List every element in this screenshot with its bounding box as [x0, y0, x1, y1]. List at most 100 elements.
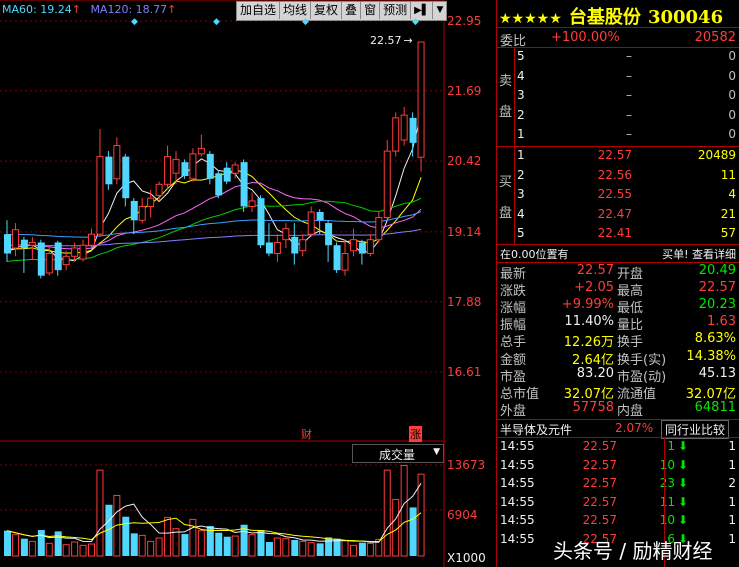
indicator-selector[interactable]: 成交量 ▼ [352, 444, 444, 463]
volume-bar [215, 532, 223, 556]
high-price-value: 22.57 [370, 34, 402, 47]
tick-price: 22.57 [582, 494, 617, 509]
sector-row: 半导体及元件 2.07% 同行业比较 [497, 420, 739, 439]
divider [497, 244, 739, 245]
bid-volume: 57 [720, 226, 736, 240]
ask-row[interactable]: 1 – 0 [515, 127, 739, 145]
tick-count: 1 [728, 494, 736, 509]
chevron-down-icon[interactable]: ▼ [433, 447, 440, 457]
ask-row[interactable]: 2 – 0 [515, 108, 739, 126]
volume-bar [333, 538, 341, 556]
volume-bar [28, 540, 36, 557]
weibi-value: +100.00% [551, 30, 620, 45]
ma60-label: MA60: 19.24 [2, 3, 72, 16]
price-axis-label: 20.42 [447, 154, 482, 168]
kline-chart[interactable] [0, 0, 496, 567]
price-axis-label: 21.69 [447, 84, 482, 98]
volume-axis-label: 13673 [447, 458, 486, 472]
volume-bar [197, 530, 205, 557]
bid-level: 5 [517, 226, 525, 240]
bid-row[interactable]: 1 22.57 20489 [515, 148, 739, 166]
volume-bar [37, 530, 45, 556]
candle-body [147, 197, 155, 207]
volume-bar [409, 507, 417, 556]
candle-body [181, 162, 189, 177]
forecast-button[interactable]: 预测 [379, 2, 411, 19]
info-marker-icon[interactable]: ◆ [412, 17, 419, 27]
ask-level: 2 [517, 107, 525, 122]
add-watchlist-button[interactable]: 加自选 [237, 2, 280, 19]
candle-body [215, 173, 223, 196]
bid-price: 22.41 [597, 226, 632, 240]
info-marker-icon[interactable]: ◆ [302, 17, 309, 27]
financial-report-badge[interactable]: 财 [301, 426, 312, 442]
tick-price: 22.57 [582, 439, 617, 453]
tick-price: 22.57 [582, 457, 617, 472]
tick-count: 1 [728, 513, 736, 527]
bid-level: 4 [517, 206, 525, 221]
candle-body [197, 147, 205, 155]
ma60-up-icon: ↑ [71, 3, 81, 16]
weibi-row: 委比 +100.00% 20582 [497, 29, 739, 49]
sector-pct: 2.07% [615, 421, 654, 435]
ask-row[interactable]: 4 – 0 [515, 69, 739, 87]
volume-bar [20, 538, 28, 556]
candle-body [122, 156, 130, 199]
watermark: 头条号 / 励精财经 [553, 539, 713, 563]
ma120-label: MA120: 18.77 [90, 3, 168, 16]
volume-bar [155, 537, 163, 557]
ask-row[interactable]: 3 – 0 [515, 88, 739, 106]
candle-body [349, 239, 357, 252]
view-detail-link[interactable]: 买单! 查看详细 [662, 246, 736, 262]
volume-bar [291, 540, 299, 556]
quote-value: +9.99% [561, 297, 614, 313]
tick-time: 14:55 [500, 457, 535, 472]
info-marker-icon[interactable]: ◆ [213, 17, 220, 27]
ask-volume: 0 [728, 107, 736, 122]
big-order-bar[interactable]: 在0.00位置有 买单! 查看详细 [497, 246, 739, 261]
adjust-button[interactable]: 复权 [310, 2, 342, 19]
quote-value: 20.23 [698, 297, 736, 313]
overlay-button[interactable]: 叠 [341, 2, 361, 19]
bid-row[interactable]: 3 22.55 4 [515, 187, 739, 205]
tick-row: 14:55 22.57 23 ⬇ 2 [497, 476, 739, 494]
bid-volume: 11 [720, 167, 736, 182]
ma-line [6, 169, 422, 254]
bid-row[interactable]: 4 22.47 21 [515, 207, 739, 225]
volume-bar [130, 533, 138, 556]
bid-level: 2 [517, 167, 525, 182]
sell-label-top: 卖 [498, 74, 512, 89]
candle-body [71, 247, 79, 257]
big-order-text: 在0.00位置有 [500, 248, 569, 261]
volume-bar [366, 542, 374, 557]
tick-count: 2 [728, 476, 736, 490]
quote-row: 市盈 83.20 市盈(动) 45.13 [497, 366, 739, 385]
candle-body [299, 239, 307, 252]
candle-body [138, 205, 146, 221]
volume-bar [358, 542, 366, 556]
sector-name[interactable]: 半导体及元件 [500, 421, 572, 438]
quote-row: 涨幅 +9.99% 最低 20.23 [497, 297, 739, 316]
ask-price: – [626, 68, 632, 83]
stock-name: 台基股份 [568, 7, 641, 28]
volume-bar [189, 518, 197, 557]
quote-value: 57758 [572, 399, 614, 415]
candle-body [113, 145, 121, 180]
ask-row[interactable]: 5 – 0 [515, 49, 739, 67]
quote-label: 外盘 [500, 403, 527, 419]
bid-row[interactable]: 2 22.56 11 [515, 168, 739, 186]
volume-bar [257, 530, 265, 556]
bid-price: 22.56 [597, 167, 632, 182]
info-marker-icon[interactable]: ◆ [131, 17, 138, 27]
volume-bar [54, 531, 62, 556]
tick-volume: 10 [659, 457, 675, 472]
candle-body [240, 162, 248, 207]
chevron-down-icon[interactable]: ▼ [432, 2, 447, 19]
bid-row[interactable]: 5 22.41 57 [515, 226, 739, 244]
candle-body [28, 241, 36, 246]
kline-chart-area[interactable]: MA60: 19.24↑ MA120: 18.77↑ 加自选 均线 复权 叠 窗… [0, 0, 496, 567]
quote-row: 金额 2.64亿 换手(实) 14.38% [497, 349, 739, 368]
limit-up-badge[interactable]: 涨 [409, 426, 422, 442]
window-button[interactable]: 窗 [360, 2, 380, 19]
volume-bar [138, 534, 146, 557]
